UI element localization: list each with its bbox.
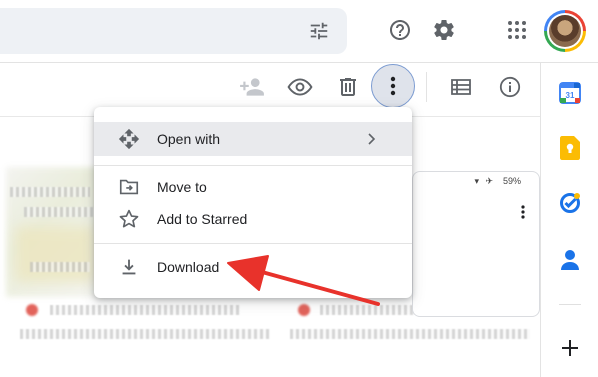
battery-percent: 59% — [502, 176, 521, 186]
blurred-text — [10, 187, 90, 197]
menu-item-label: Move to — [157, 179, 207, 195]
blurred-text — [30, 262, 90, 272]
menu-divider — [94, 165, 412, 166]
menu-divider — [94, 243, 412, 244]
tune-icon[interactable] — [305, 17, 333, 45]
svg-text:31: 31 — [566, 91, 575, 100]
help-icon[interactable] — [386, 16, 414, 44]
toolbar-divider — [426, 72, 427, 102]
drive-window: ▾ ✈ 59% 31 Open with Move to Add to Star… — [0, 0, 598, 377]
header-divider — [0, 62, 598, 63]
tasks-icon[interactable] — [558, 191, 582, 215]
apps-grid-icon[interactable] — [503, 16, 531, 44]
gear-icon[interactable] — [430, 16, 458, 44]
open-with-icon — [118, 128, 140, 150]
card-more-icon[interactable] — [517, 204, 529, 220]
menu-item-move-to[interactable]: Move to — [94, 170, 412, 204]
trash-icon[interactable] — [333, 72, 363, 102]
file-card-preview[interactable]: ▾ ✈ 59% — [412, 171, 540, 317]
blurred-file-name — [50, 305, 240, 315]
add-icon[interactable] — [558, 336, 582, 360]
side-panel: 31 — [540, 63, 598, 377]
avatar-photo — [549, 15, 581, 47]
file-type-icon-blurred — [298, 304, 310, 316]
person-add-icon[interactable] — [237, 72, 267, 102]
drive-file-move-icon — [118, 176, 140, 198]
search-bar[interactable] — [0, 8, 347, 54]
avatar-ring — [547, 13, 583, 49]
blurred-text — [24, 207, 94, 217]
chevron-right-icon — [364, 132, 378, 146]
info-icon[interactable] — [495, 72, 525, 102]
file-type-icon-blurred — [26, 304, 38, 316]
blurred-file-meta — [290, 329, 530, 339]
file-thumbnail-blurred-yellow — [16, 227, 94, 282]
menu-item-add-to-starred[interactable]: Add to Starred — [94, 202, 412, 236]
menu-item-label: Add to Starred — [157, 211, 248, 227]
more-actions-button[interactable] — [371, 64, 415, 108]
contacts-icon[interactable] — [558, 248, 582, 272]
download-icon — [118, 256, 140, 278]
avatar[interactable] — [544, 10, 586, 52]
menu-item-download[interactable]: Download — [94, 250, 412, 284]
blurred-file-meta — [20, 329, 270, 339]
star-icon — [118, 208, 140, 230]
more-actions-menu: Open with Move to Add to Starred Downloa… — [94, 107, 412, 298]
keep-icon[interactable] — [558, 136, 582, 160]
eye-icon[interactable] — [285, 72, 315, 102]
status-icons: ▾ ✈ — [474, 176, 495, 186]
menu-item-open-with[interactable]: Open with — [94, 122, 412, 156]
menu-item-label: Download — [157, 259, 220, 275]
top-header — [0, 0, 598, 62]
calendar-icon[interactable]: 31 — [558, 81, 582, 105]
more-vert-icon — [390, 76, 396, 96]
menu-item-label: Open with — [157, 131, 221, 147]
side-panel-divider — [559, 304, 581, 305]
list-view-icon[interactable] — [446, 72, 476, 102]
